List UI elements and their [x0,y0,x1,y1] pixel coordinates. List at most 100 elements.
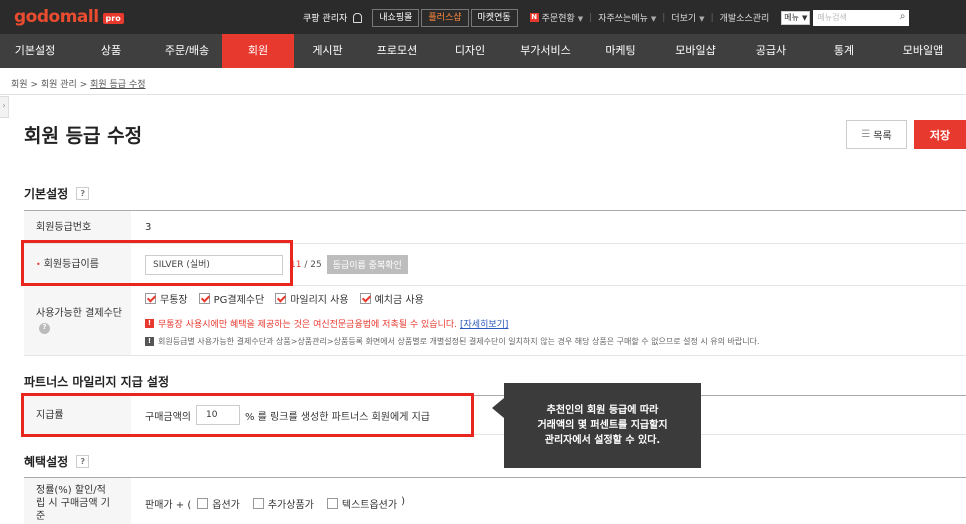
discount-base-label-text: 정률(%) 할인/적립 시 구매금액 기준 [36,485,110,522]
divider [0,94,966,95]
section-title-text: 기본설정 [24,187,69,201]
logo[interactable]: godomall pro [14,7,124,27]
nav-item-mobile-shop[interactable]: 모바일샵 [657,34,734,68]
payment-label-string: 사용가능한 결제수단 [36,308,122,319]
details-link[interactable]: [자세히보기] [460,317,508,330]
order-status-label: 주문현황 [541,14,575,24]
menu-search-input[interactable]: 메뉴검색 ⌕ [813,9,910,26]
row-grade-number: 회원등급번호 3 [24,210,966,244]
nav-item-settings[interactable]: 기본설정 [0,34,70,68]
checkbox-text-option-price[interactable]: 텍스트옵션가 [326,496,398,511]
section-title-basic: 기본설정 ? [24,185,90,202]
market-link-button[interactable]: 마켓연동 [470,8,518,27]
checkbox-addon-price[interactable]: 추가상품가 [252,496,314,511]
checkbox-label: 추가상품가 [267,500,314,511]
grade-number-label: 회원등급번호 [24,211,131,243]
breadcrumb: 회원 > 회원 관리 > 회원 등급 수정 [11,77,146,90]
more-menu-label: 더보기 [671,14,697,24]
char-count: 11 / 25 [290,260,322,270]
sidebar-toggle-icon[interactable]: › [0,96,9,118]
nav-item-member[interactable]: 회원 [222,34,294,68]
warning-icon: ! [145,319,154,328]
tooltip-line: 관리자에서 설정할 수 있다. [544,435,661,446]
char-count-max: / 25 [304,259,322,270]
top-utility-bar: 쿠팡 관리자 내쇼핑몰 플러스샵 마켓연동 N 주문현황 ▼ | 자주쓰는메뉴 ▼ … [303,8,910,27]
checkbox-label: 옵션가 [212,500,240,511]
tooltip-line: 추천인의 회원 등급에 따라 [546,405,659,416]
breadcrumb-separator: > [30,80,41,90]
checkbox-label: 무통장 [160,295,188,306]
payment-notice-red: ! 무통장 사용시에만 혜택을 제공하는 것은 여신전문금융법에 저촉될 수 있… [145,317,508,330]
row-discount-base: 정률(%) 할인/적립 시 구매금액 기준 판매가 + ( 옵션가 추가상품가 … [24,477,966,524]
payment-label: 사용가능한 결제수단 ? [24,286,131,355]
checkbox-deposit[interactable]: 예치금 사용 [359,291,424,306]
breadcrumb-item[interactable]: 회원 관리 [41,80,77,90]
payment-label-text: 사용가능한 결제수단 ? [36,307,122,334]
favorite-menu[interactable]: 자주쓰는메뉴 ▼ [598,11,656,24]
nav-item-order[interactable]: 주문/배송 [152,34,222,68]
caret-down-icon: ▼ [577,15,584,23]
nav-item-board[interactable]: 게시판 [294,34,361,68]
bell-icon[interactable] [353,12,363,23]
dev-source-link[interactable]: 개발소스관리 [720,11,770,24]
checkbox-icon [145,293,156,304]
checkbox-label: 마일리지 사용 [290,295,349,306]
nav-item-marketing[interactable]: 마케팅 [584,34,657,68]
list-icon: ☰ [861,129,871,140]
checkbox-label: PG결제수단 [213,295,265,306]
section-title-text: 파트너스 마일리지 지급 설정 [24,375,170,389]
payment-notice-text: 무통장 사용시에만 혜택을 제공하는 것은 여신전문금융법에 저촉될 수 있습니… [158,320,457,330]
section-title-text: 혜택설정 [24,455,69,469]
list-button[interactable]: ☰ 목록 [846,120,907,149]
divider: | [662,12,666,23]
checkbox-label: 예치금 사용 [374,295,424,306]
checkbox-icon [252,498,264,509]
nav-item-promotion[interactable]: 프로모션 [361,34,433,68]
admin-name[interactable]: 쿠팡 관리자 [303,11,347,24]
caret-down-icon: ▼ [650,15,657,23]
logo-pro-badge: pro [102,12,124,24]
menu-select-value: 메뉴 [784,12,800,22]
search-icon[interactable]: ⌕ [900,11,906,22]
chevron-down-icon: ▼ [802,13,808,22]
help-icon[interactable]: ? [39,323,50,334]
nav-item-design[interactable]: 디자인 [433,34,507,68]
duplicate-check-button[interactable]: 등급이름 중복확인 [326,255,408,274]
nav-item-mobile-app[interactable]: 모바일앱 [880,34,966,68]
new-badge-icon: N [529,13,539,22]
help-icon[interactable]: ? [76,455,90,468]
main-nav: 기본설정 상품 주문/배송 회원 게시판 프로모션 디자인 부가서비스 마케팅 … [0,34,966,68]
menu-select[interactable]: 메뉴 ▼ [781,10,811,25]
page-title: 회원 등급 수정 [24,125,143,147]
plus-shop-button[interactable]: 플러스샵 [421,8,469,27]
more-menu[interactable]: 더보기 ▼ [671,11,704,24]
checkbox-mileage[interactable]: 마일리지 사용 [275,291,349,306]
checkbox-icon [197,498,209,509]
discount-base-value: 판매가 + ( 옵션가 추가상품가 텍스트옵션가 ) [145,478,966,524]
breadcrumb-current[interactable]: 회원 등급 수정 [90,80,145,90]
nav-item-supplier[interactable]: 공급사 [734,34,808,68]
checkbox-label: 텍스트옵션가 [341,500,398,511]
caret-down-icon: ▼ [699,15,705,23]
help-icon[interactable]: ? [76,187,90,200]
breadcrumb-item[interactable]: 회원 [11,80,28,90]
info-icon: ! [145,337,154,346]
price-base-text: 판매가 + ( [145,500,192,511]
favorite-menu-label: 자주쓰는메뉴 [598,14,648,24]
nav-item-addon[interactable]: 부가서비스 [507,34,584,68]
save-button[interactable]: 저장 [914,120,966,149]
highlight-box-grade-name [21,240,293,286]
top-bar: godomall pro 쿠팡 관리자 내쇼핑몰 플러스샵 마켓연동 N 주문현… [0,0,966,34]
menu-search-placeholder: 메뉴검색 [817,12,847,22]
nav-item-stats[interactable]: 통계 [808,34,880,68]
checkbox-icon [326,498,338,509]
nav-item-product[interactable]: 상품 [70,34,152,68]
list-button-label: 목록 [873,131,892,142]
checkbox-bank-transfer[interactable]: 무통장 [145,291,188,306]
checkbox-option-price[interactable]: 옵션가 [197,496,240,511]
checkbox-pg[interactable]: PG결제수단 [198,291,265,306]
order-status-menu[interactable]: 주문현황 ▼ [542,11,584,24]
checkbox-icon [198,293,210,304]
breadcrumb-separator: > [79,80,91,90]
my-store-button[interactable]: 내쇼핑몰 [372,8,420,27]
